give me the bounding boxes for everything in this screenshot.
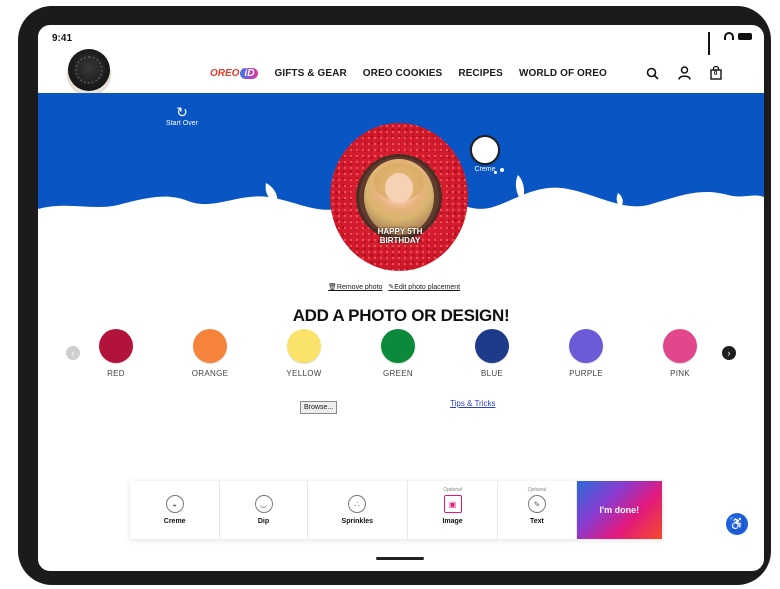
tool-image[interactable]: Optional ▣ Image [408,481,499,539]
remove-photo-link[interactable]: 🗑Remove photo [328,283,382,291]
swatch-label: RED [107,369,125,378]
home-indicator [376,557,424,560]
swatch-color [99,329,133,363]
nav-oreo-id[interactable]: OREO iD [210,68,259,79]
optional-label: Optional [527,487,547,493]
edit-photo-link[interactable]: ✎Edit photo placement [388,283,460,291]
tool-dip-label: Dip [257,518,270,525]
selector-dot [494,171,497,174]
swatch-label: YELLOW [286,369,322,378]
design-toolbar: ◒ Creme ◡ Dip ∴ Sprinkles Optional ▣ Ima… [130,481,663,539]
swatch-purple[interactable]: PURPLE [566,329,606,378]
account-icon[interactable] [676,65,692,81]
color-swatches: ‹ RED ORANGE YELLOW GREEN BLUE PURPLE PI… [66,325,736,385]
wifi-icon [724,32,734,40]
cookie-text-line1: HAPPY 5TH [377,227,423,236]
swatch-yellow[interactable]: YELLOW [284,329,324,378]
tool-sprinkles[interactable]: ∴ Sprinkles [308,481,408,539]
accessibility-icon[interactable]: ♿ [726,513,748,535]
creme-circle [470,135,500,165]
nav-recipes[interactable]: RECIPES [458,68,503,79]
pencil-icon: ✎ [527,495,546,513]
chevron-right-icon[interactable]: › [722,346,736,360]
browse-button[interactable]: Browse... [300,401,338,414]
cookie-text-line2: BIRTHDAY [379,236,421,245]
swatch-color [193,329,227,363]
dip-icon: ◡ [254,495,273,513]
tool-dip[interactable]: ◡ Dip [220,481,308,539]
swatch-color [569,329,603,363]
swatch-label: PINK [670,369,690,378]
tool-text-label: Text [530,518,544,525]
swatch-label: ORANGE [191,369,229,378]
photo-face [385,173,413,203]
selector-dot [500,168,504,172]
swatch-red[interactable]: RED [96,329,136,378]
swatch-pink[interactable]: PINK [660,329,700,378]
refresh-icon: ↻ [176,104,188,120]
swatch-color [381,329,415,363]
nav-oreo-cookies[interactable]: OREO COOKIES [363,68,443,79]
screen: 9:41 OREO iD GIFTS & GEAR OREO COOKIES R… [38,25,764,571]
tool-sprinkles-label: Sprinkles [341,518,374,525]
start-over-label: Start Over [166,120,198,127]
edit-photo-label: Edit photo placement [394,284,461,291]
swatch-color [663,329,697,363]
swatch-label: GREEN [383,369,413,378]
chevron-left-icon[interactable]: ‹ [66,346,80,360]
bag-count: 0 [714,71,718,77]
cookie-photo[interactable] [364,159,434,235]
swatch-label: BLUE [480,369,504,378]
oreo-logo[interactable] [68,49,110,91]
bag-icon[interactable]: 0 [708,65,724,81]
page-headline: ADD A PHOTO OR DESIGN! [292,306,510,325]
swatch-orange[interactable]: ORANGE [190,329,230,378]
tool-image-label: Image [442,518,463,525]
main-nav: OREO iD GIFTS & GEAR OREO COOKIES RECIPE… [210,68,607,79]
cookie-preview: HAPPY 5TH BIRTHDAY [330,123,468,271]
sprinkles-icon: ∴ [348,495,367,513]
oreo-id-brand-left: OREO [210,68,240,79]
im-done-button[interactable]: I'm done! [576,481,663,539]
remove-photo-label: Remove photo [336,284,383,291]
tool-creme[interactable]: ◒ Creme [130,481,221,539]
creme-selector[interactable]: Creme [468,135,502,173]
photo-actions: 🗑Remove photo ✎Edit photo placement [328,283,460,291]
header-icons: 0 [644,65,724,81]
status-time: 9:41 [52,33,73,44]
optional-label: Optional [443,487,462,493]
swatch-color [475,329,509,363]
swatch-blue[interactable]: BLUE [472,329,512,378]
swatch-green[interactable]: GREEN [378,329,418,378]
signal-icon [708,32,720,55]
start-over-button[interactable]: ↻ Start Over [162,105,202,127]
oreo-id-brand-right: iD [240,68,259,79]
nav-world-of-oreo[interactable]: WORLD OF OREO [519,68,607,79]
tool-creme-label: Creme [163,518,186,525]
tips-link[interactable]: Tips & Tricks [450,399,495,408]
status-icons [708,32,752,55]
cookie-text: HAPPY 5TH BIRTHDAY [370,227,430,245]
nav-gifts-gear[interactable]: GIFTS & GEAR [274,68,346,79]
swatch-label: PURPLE [569,369,603,378]
tool-text[interactable]: Optional ✎ Text [498,481,577,539]
swatch-color [287,329,321,363]
battery-icon [738,32,752,40]
image-icon: ▣ [443,495,462,513]
creme-icon: ◒ [165,495,184,513]
search-icon[interactable] [644,65,660,81]
